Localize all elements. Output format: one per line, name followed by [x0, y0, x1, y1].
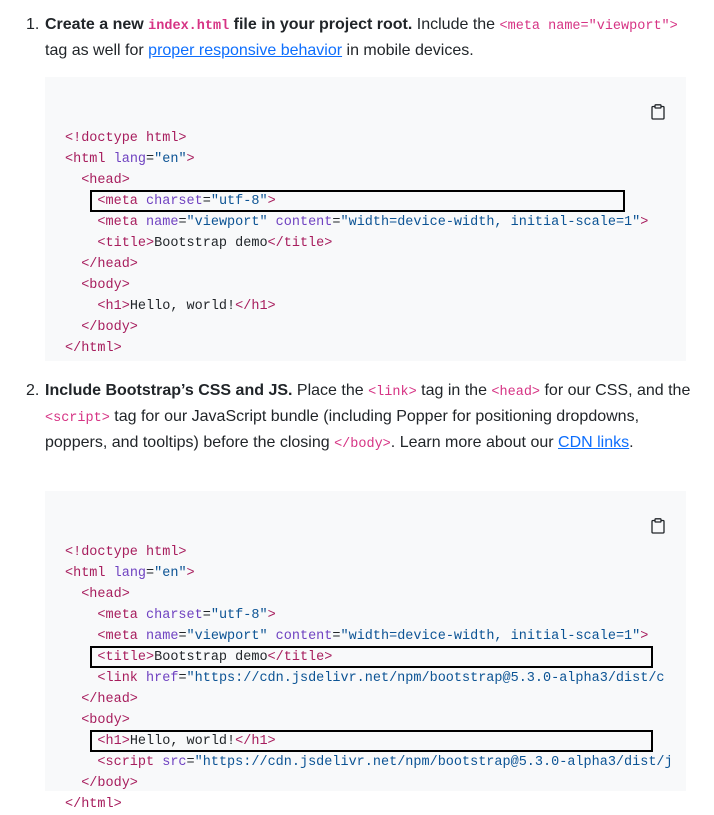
- text: tag as well for: [45, 42, 144, 59]
- code-line: <html lang="en">: [65, 152, 195, 167]
- step-2-lead: Include Bootstrap’s CSS and JS.: [45, 382, 293, 399]
- step-1-lead: Create a new: [45, 16, 144, 33]
- step-number: 2.: [26, 382, 40, 399]
- highlight-box: [90, 730, 653, 752]
- code-line: <!doctype html>: [65, 131, 187, 146]
- code-content: <!doctype html> <html lang="en"> <head> <…: [65, 521, 673, 815]
- code-line: <meta charset="utf-8">: [97, 608, 276, 623]
- text: in mobile devices.: [346, 42, 474, 59]
- text: for our CSS, and the: [544, 382, 691, 399]
- code-line-highlighted: <meta name="viewport" content="width=dev…: [97, 215, 649, 230]
- inline-code-head: <head>: [491, 385, 541, 400]
- code-line: <body>: [81, 713, 130, 728]
- inline-code-link: <link>: [368, 385, 417, 400]
- code-line: </body>: [81, 320, 138, 335]
- code-line: </html>: [65, 797, 122, 812]
- code-line: <!doctype html>: [65, 545, 187, 560]
- inline-code-script: <script>: [45, 411, 110, 426]
- inline-code-meta-viewport: <meta name="viewport">: [499, 19, 678, 34]
- code-line: <meta name="viewport" content="width=dev…: [97, 629, 649, 644]
- code-block-2: <!doctype html> <html lang="en"> <head> <…: [45, 491, 686, 812]
- step-number: 1.: [26, 16, 40, 33]
- inline-code-body-close: </body>: [334, 437, 391, 452]
- code-line: <head>: [81, 173, 130, 188]
- text: .: [629, 434, 634, 451]
- responsive-behavior-link[interactable]: proper responsive behavior: [148, 42, 342, 59]
- code-line: </head>: [81, 692, 138, 707]
- text: Include the: [416, 16, 496, 33]
- text: tag in the: [421, 382, 487, 399]
- code-block-1: <!doctype html> <html lang="en"> <head> <…: [45, 77, 686, 361]
- text: . Learn more about our: [390, 434, 554, 451]
- horizontal-scroll-clip: [649, 631, 686, 751]
- code-line-highlighted: <link href="https://cdn.jsdelivr.net/npm…: [97, 671, 665, 686]
- highlight-box: [90, 646, 653, 668]
- text: Place the: [296, 382, 364, 399]
- code-line: <head>: [81, 587, 130, 602]
- step-1-lead-2: file in your project root.: [233, 16, 413, 33]
- code-line: </head>: [81, 257, 138, 272]
- code-line: <title>Bootstrap demo</title>: [97, 236, 333, 251]
- highlight-box: [90, 190, 625, 212]
- code-content: <!doctype html> <html lang="en"> <head> <…: [65, 107, 648, 359]
- clipboard-icon[interactable]: [651, 104, 665, 120]
- inline-code-index-html: index.html: [148, 19, 230, 34]
- code-line: <h1>Hello, world!</h1>: [97, 299, 276, 314]
- step-2-text: Include Bootstrap’s CSS and JS. Place th…: [45, 379, 695, 457]
- code-line-highlighted: <script src="https://cdn.jsdelivr.net/np…: [97, 755, 673, 770]
- code-line: </html>: [65, 341, 122, 356]
- code-line: <html lang="en">: [65, 566, 195, 581]
- step-1-text: Create a new index.html file in your pro…: [45, 13, 695, 63]
- code-line: <body>: [81, 278, 130, 293]
- cdn-links-link[interactable]: CDN links: [558, 434, 629, 451]
